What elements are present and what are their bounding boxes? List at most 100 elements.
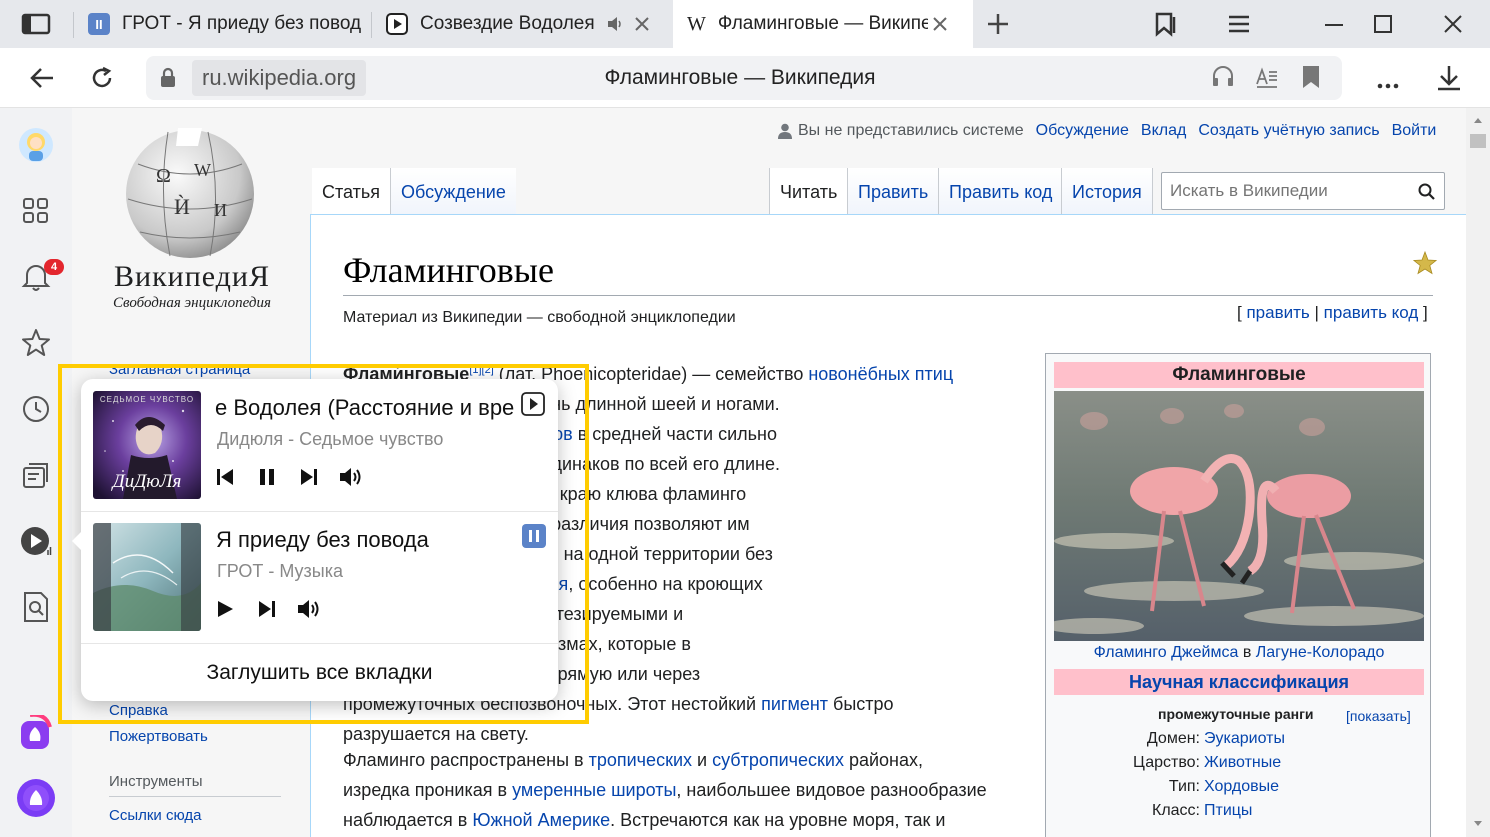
featured-star-icon xyxy=(1413,251,1437,275)
media-player-icon[interactable] xyxy=(16,521,56,561)
intermediate-ranks: промежуточные ранги xyxy=(1158,706,1314,722)
show-ranks-link[interactable]: [показать] xyxy=(1346,708,1411,724)
article-link[interactable]: пигмент xyxy=(761,694,828,714)
taxonomy-label: Царство: xyxy=(1133,754,1200,771)
nav-donate-link[interactable]: Пожертвовать xyxy=(109,728,208,745)
section-edit-links: [ править | править код ] xyxy=(1237,303,1428,322)
menu-icon[interactable] xyxy=(1217,0,1261,48)
text-span: наблюдается в xyxy=(343,810,473,830)
tab-wikipedia[interactable]: W Фламинговые — Википе xyxy=(673,0,973,48)
bookmarks-icon[interactable] xyxy=(1144,0,1188,48)
svg-text:Ѝ: Ѝ xyxy=(174,194,190,219)
edit-link[interactable]: править xyxy=(1246,303,1309,322)
user-talk-link[interactable]: Обсуждение xyxy=(1036,122,1129,140)
reader-mode-icon[interactable] xyxy=(1254,64,1280,90)
domain-chip[interactable]: ru.wikipedia.org xyxy=(192,60,367,96)
tab-title: Созвездие Водолея ( xyxy=(420,13,600,34)
new-tab-icon[interactable] xyxy=(976,0,1020,48)
text-span: , наибольшее видовое разнообразие xyxy=(676,780,987,800)
text-span: разрушается на свету. xyxy=(343,724,529,744)
wikipedia-globe-logo[interactable]: Ω W Ѝ И xyxy=(118,124,264,264)
tab-read[interactable]: Читать xyxy=(769,168,848,216)
article-paragraph-2: Фламинго распространены в тропических и … xyxy=(343,745,1033,835)
minimize-icon[interactable] xyxy=(1312,0,1356,48)
caption-link-james[interactable]: Фламинго Джеймса xyxy=(1094,644,1239,661)
photo-caption: Фламинго Джеймса в Лагуне-Колорадо xyxy=(1093,644,1385,661)
text-line: изредка проникая в умеренные широты, наи… xyxy=(343,775,1033,805)
collections-icon[interactable] xyxy=(16,455,56,495)
text-span: районах, xyxy=(843,750,924,770)
article-link[interactable]: умеренные широты xyxy=(512,780,676,800)
article-link[interactable]: Южной Америке xyxy=(472,810,610,830)
tab-history[interactable]: История xyxy=(1061,168,1153,216)
user-contribs-link[interactable]: Вклад xyxy=(1141,122,1186,140)
text-span: , особенно на кроющих xyxy=(568,574,763,594)
wiki-search-input[interactable] xyxy=(1170,179,1410,203)
flamingo-photo[interactable] xyxy=(1054,391,1424,641)
tab-vodoley[interactable]: Созвездие Водолея ( xyxy=(372,0,672,48)
taxonomy-row: Царство: Животные xyxy=(1046,752,1432,776)
close-window-icon[interactable] xyxy=(1431,0,1475,48)
infobox: Фламинговые Фламинго Джеймса в Лагуне-Ко… xyxy=(1045,353,1431,837)
svg-text:И: И xyxy=(214,200,227,220)
services-grid-icon[interactable] xyxy=(16,191,56,231)
taxonomy-value-link[interactable]: Птицы xyxy=(1204,802,1252,820)
wiki-search-box[interactable] xyxy=(1161,172,1445,210)
taxonomy-value-link[interactable]: Хордовые xyxy=(1204,778,1279,796)
close-tab-icon[interactable] xyxy=(634,16,650,32)
nav-tools-heading: Инструменты xyxy=(109,773,203,790)
article-link[interactable]: новонёбных птиц xyxy=(808,364,953,384)
wikipedia-wordmark: ВикипедиЯ xyxy=(114,260,270,293)
search-page-icon[interactable] xyxy=(16,587,56,627)
messenger-icon[interactable] xyxy=(16,713,56,753)
scrollbar-thumb[interactable] xyxy=(1470,134,1486,148)
login-link[interactable]: Войти xyxy=(1392,122,1437,140)
tab-edit[interactable]: Править xyxy=(847,168,939,216)
caption-link-laguna[interactable]: Лагуне-Колорадо xyxy=(1256,644,1385,661)
tab-grot[interactable]: II ГРОТ - Я приеду без повод xyxy=(74,0,370,48)
wikipedia-favicon-icon: W xyxy=(687,12,706,35)
taxonomy-label: Тип: xyxy=(1168,778,1200,795)
create-account-link[interactable]: Создать учётную запись xyxy=(1198,122,1379,140)
from-wikipedia: Материал из Википедии — свободной энцикл… xyxy=(343,309,736,326)
tabs-list-icon[interactable] xyxy=(14,0,58,48)
maximize-icon[interactable] xyxy=(1361,0,1405,48)
article-link[interactable]: тропических xyxy=(589,750,692,770)
tab-talk[interactable]: Обсуждение xyxy=(390,168,516,216)
text-span: и xyxy=(692,750,713,770)
svg-text:W: W xyxy=(194,160,211,180)
edit-source-link[interactable]: править код xyxy=(1324,303,1419,322)
text-span: Фламинго распространены в xyxy=(343,750,589,770)
downloads-icon[interactable] xyxy=(1436,64,1462,92)
history-clock-icon[interactable] xyxy=(16,389,56,429)
lock-icon[interactable] xyxy=(150,60,186,96)
alice-assistant-icon[interactable] xyxy=(16,778,56,818)
taxonomy-value-link[interactable]: Эукариоты xyxy=(1204,730,1285,748)
text-span: быстро xyxy=(828,694,894,714)
tab-article[interactable]: Статья xyxy=(312,168,391,216)
page-scrollbar[interactable] xyxy=(1466,108,1490,837)
tab-edit-source[interactable]: Править код xyxy=(938,168,1063,216)
text-line: наблюдается в Южной Америке. Встречаются… xyxy=(343,805,1033,835)
taxonomy-row: Тип: Хордовые xyxy=(1046,776,1432,800)
media-play-favicon-icon xyxy=(386,13,408,35)
nav-links-here-link[interactable]: Ссылки сюда xyxy=(109,807,202,824)
classification-header[interactable]: Научная классификация xyxy=(1054,669,1424,695)
taxonomy-row: Класс: Птицы xyxy=(1046,800,1432,824)
search-icon[interactable] xyxy=(1418,183,1436,201)
profile-avatar-icon[interactable] xyxy=(16,125,56,165)
more-icon[interactable] xyxy=(1376,68,1400,92)
text-span: . Встречаются как на уровне моря, так и xyxy=(610,810,946,830)
bookmark-page-icon[interactable] xyxy=(1300,64,1322,90)
back-icon[interactable] xyxy=(22,48,62,108)
text-span: изредка проникая в xyxy=(343,780,513,800)
taxonomy-value-link[interactable]: Животные xyxy=(1204,754,1281,772)
reload-icon[interactable] xyxy=(82,48,122,108)
article-link[interactable]: субтропических xyxy=(712,750,844,770)
headphones-icon[interactable] xyxy=(1210,64,1236,90)
speaker-icon[interactable] xyxy=(606,15,624,33)
page-title: Фламинговые — Википедия xyxy=(604,66,876,89)
close-tab-icon[interactable] xyxy=(932,16,948,32)
notifications-bell-icon[interactable]: 4 xyxy=(16,257,64,297)
favorites-star-icon[interactable] xyxy=(16,323,56,363)
